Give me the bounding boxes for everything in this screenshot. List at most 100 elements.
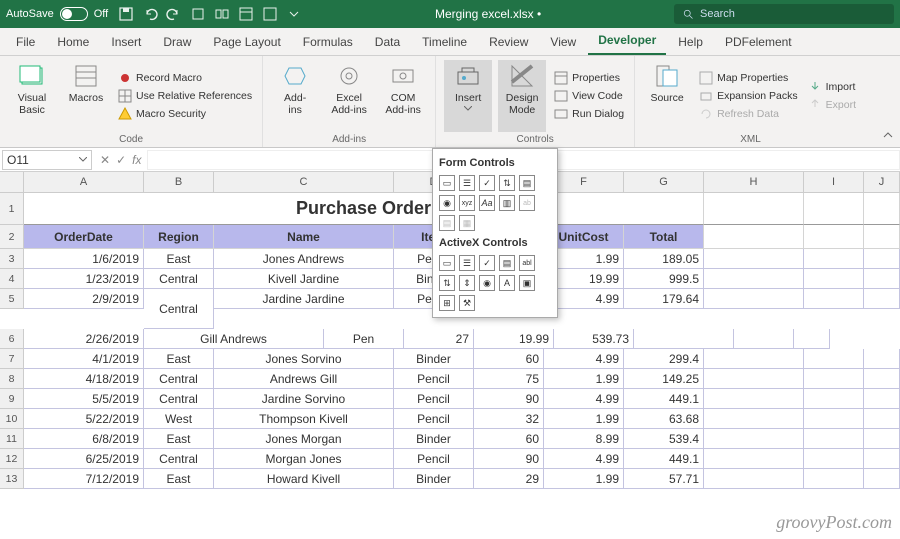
row-header[interactable]: 9 <box>0 389 24 409</box>
save-icon[interactable] <box>118 6 134 22</box>
insert-controls-button[interactable]: Insert <box>444 60 492 132</box>
export-button[interactable]: Export <box>806 97 858 113</box>
data-cell[interactable]: 90 <box>474 449 544 469</box>
cell[interactable] <box>864 249 900 269</box>
redo-icon[interactable] <box>166 6 182 22</box>
cell[interactable] <box>864 469 900 489</box>
autosave-toggle[interactable]: AutoSave Off <box>6 7 108 21</box>
data-cell[interactable]: Binder <box>394 349 474 369</box>
enter-icon[interactable]: ✓ <box>116 153 126 167</box>
row-header[interactable]: 1 <box>0 193 24 225</box>
checkbox-control-icon[interactable]: ✓ <box>479 175 495 191</box>
tab-formulas[interactable]: Formulas <box>293 29 363 55</box>
data-cell[interactable]: Central <box>144 389 214 409</box>
cell[interactable] <box>804 469 864 489</box>
data-cell[interactable]: Jones Morgan <box>214 429 394 449</box>
row-header[interactable]: 12 <box>0 449 24 469</box>
data-cell[interactable]: 4.99 <box>544 389 624 409</box>
data-cell[interactable]: 4.99 <box>544 449 624 469</box>
data-cell[interactable]: East <box>144 429 214 449</box>
data-cell[interactable]: 29 <box>474 469 544 489</box>
cell[interactable] <box>704 349 804 369</box>
data-cell[interactable]: East <box>144 469 214 489</box>
data-cell[interactable]: Gill Andrews <box>144 329 324 349</box>
data-cell[interactable]: 999.5 <box>624 269 704 289</box>
toggle-switch[interactable] <box>60 7 88 21</box>
data-cell[interactable]: Binder <box>394 469 474 489</box>
data-cell[interactable]: 57.71 <box>624 469 704 489</box>
data-cell[interactable]: West <box>144 409 214 429</box>
ax-listbox-icon[interactable]: ▤ <box>499 255 515 271</box>
data-cell[interactable]: Howard Kivell <box>214 469 394 489</box>
visual-basic-button[interactable]: Visual Basic <box>8 60 56 132</box>
cell[interactable] <box>804 193 864 225</box>
tab-draw[interactable]: Draw <box>153 29 201 55</box>
cell[interactable] <box>864 349 900 369</box>
cell[interactable] <box>804 225 864 249</box>
data-cell[interactable]: Pencil <box>394 409 474 429</box>
tab-insert[interactable]: Insert <box>101 29 151 55</box>
data-cell[interactable]: Pen <box>324 329 404 349</box>
data-cell[interactable]: 1.99 <box>544 369 624 389</box>
row-header[interactable]: 4 <box>0 269 24 289</box>
com-addins-button[interactable]: COM Add-ins <box>379 60 427 132</box>
cell[interactable] <box>704 469 804 489</box>
data-cell[interactable]: 75 <box>474 369 544 389</box>
cell[interactable] <box>704 289 804 309</box>
select-all-corner[interactable] <box>0 172 24 192</box>
cell[interactable] <box>804 249 864 269</box>
tab-help[interactable]: Help <box>668 29 713 55</box>
row-header[interactable]: 6 <box>0 329 24 349</box>
data-cell[interactable]: Andrews Gill <box>214 369 394 389</box>
ax-option-icon[interactable]: ◉ <box>479 275 495 291</box>
data-cell[interactable]: 4.99 <box>544 349 624 369</box>
data-cell[interactable]: 1.99 <box>544 409 624 429</box>
cell[interactable] <box>864 289 900 309</box>
data-cell[interactable]: Central <box>144 269 214 289</box>
qat-icon[interactable] <box>190 6 206 22</box>
cell[interactable] <box>864 449 900 469</box>
data-cell[interactable]: Pencil <box>394 449 474 469</box>
cell[interactable] <box>704 449 804 469</box>
tab-file[interactable]: File <box>6 29 45 55</box>
data-cell[interactable]: Jones Sorvino <box>214 349 394 369</box>
data-cell[interactable]: 189.05 <box>624 249 704 269</box>
groupbox-control-icon[interactable]: xyz <box>459 195 475 211</box>
data-cell[interactable]: 32 <box>474 409 544 429</box>
undo-icon[interactable] <box>142 6 158 22</box>
tab-view[interactable]: View <box>540 29 586 55</box>
name-box[interactable]: O11 <box>2 150 92 170</box>
data-cell[interactable]: 5/22/2019 <box>24 409 144 429</box>
run-dialog-button[interactable]: Run Dialog <box>552 106 626 122</box>
data-cell[interactable]: 60 <box>474 429 544 449</box>
cell[interactable] <box>704 269 804 289</box>
collapse-ribbon-icon[interactable] <box>880 127 896 143</box>
data-cell[interactable]: 1.99 <box>544 469 624 489</box>
column-header[interactable]: I <box>804 172 864 192</box>
data-cell[interactable]: Jardine Sorvino <box>214 389 394 409</box>
data-cell[interactable]: 27 <box>404 329 474 349</box>
tab-page-layout[interactable]: Page Layout <box>203 29 290 55</box>
ax-image-icon[interactable]: ▣ <box>519 275 535 291</box>
combo2-control-icon[interactable]: ▤ <box>439 215 455 231</box>
data-cell[interactable]: 2/26/2019 <box>24 329 144 349</box>
button-control-icon[interactable]: ▭ <box>439 175 455 191</box>
scroll-control-icon[interactable]: ▥ <box>499 195 515 211</box>
cell[interactable] <box>704 193 804 225</box>
refresh-data-button[interactable]: Refresh Data <box>697 106 800 122</box>
data-cell[interactable]: Thompson Kivell <box>214 409 394 429</box>
data-cell[interactable]: 179.64 <box>624 289 704 309</box>
data-cell[interactable]: Central <box>144 369 214 389</box>
cell[interactable] <box>804 289 864 309</box>
data-cell[interactable]: 449.1 <box>624 449 704 469</box>
qat-dropdown-icon[interactable] <box>286 6 302 22</box>
cell[interactable] <box>794 329 830 349</box>
tab-data[interactable]: Data <box>365 29 410 55</box>
cell[interactable] <box>804 349 864 369</box>
data-cell[interactable]: 19.99 <box>474 329 554 349</box>
ax-spin-icon[interactable]: ⇕ <box>459 275 475 291</box>
data-cell[interactable]: Pencil <box>394 369 474 389</box>
properties-button[interactable]: Properties <box>552 70 626 86</box>
data-cell[interactable]: 63.68 <box>624 409 704 429</box>
cell[interactable] <box>804 449 864 469</box>
